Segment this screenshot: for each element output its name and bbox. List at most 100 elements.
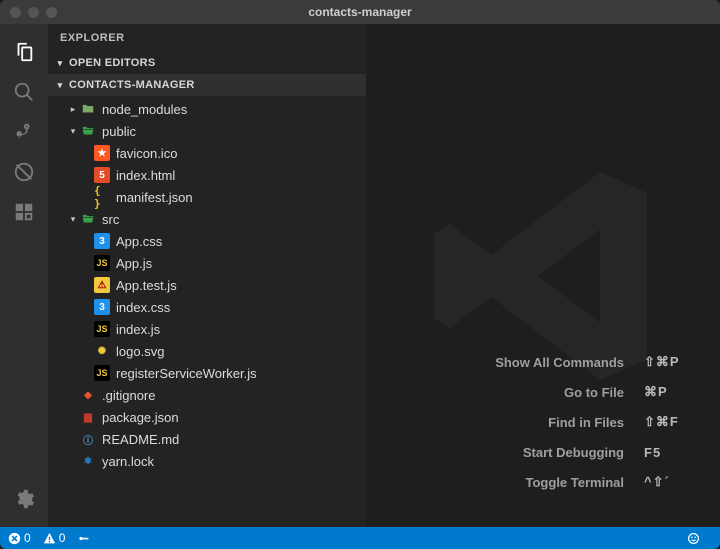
status-sync[interactable] [77, 532, 90, 545]
open-editors-header[interactable]: ▾ OPEN EDITORS [48, 52, 366, 74]
folder-open-icon [80, 123, 96, 139]
window-title: contacts-manager [0, 5, 720, 19]
editor-area: Show All Commands ⇧⌘P Go to File ⌘P Find… [366, 24, 720, 527]
file-label: App.js [116, 256, 152, 271]
title-bar: contacts-manager [0, 0, 720, 24]
chevron-down-icon: ▾ [54, 58, 66, 69]
chevron-down-icon: ▾ [54, 80, 66, 91]
file-label: registerServiceWorker.js [116, 366, 257, 381]
yarn-icon: ⚛ [80, 453, 96, 469]
welcome-shortcut: ⇧⌘F [644, 414, 692, 430]
folder-open-icon [80, 211, 96, 227]
activity-bar [0, 24, 48, 527]
tree-file[interactable]: 5 index.html [48, 164, 366, 186]
sidebar-title: EXPLORER [48, 24, 366, 52]
source-control-icon[interactable] [0, 112, 48, 152]
css-icon: 3 [94, 233, 110, 249]
minimize-window-icon[interactable] [28, 7, 39, 18]
welcome-row: Find in Files ⇧⌘F [495, 407, 692, 437]
html-icon: 5 [94, 167, 110, 183]
tree-file[interactable]: { } manifest.json [48, 186, 366, 208]
folder-icon [80, 101, 96, 117]
warning-count: 0 [59, 531, 66, 545]
file-label: src [102, 212, 119, 227]
warning-icon [43, 532, 56, 545]
css-icon: 3 [94, 299, 110, 315]
welcome-shortcut: F5 [644, 445, 692, 460]
tree-file[interactable]: ✺ logo.svg [48, 340, 366, 362]
maximize-window-icon[interactable] [46, 7, 57, 18]
window-controls[interactable] [10, 7, 57, 18]
test-icon: ⚠ [94, 277, 110, 293]
file-label: index.css [116, 300, 170, 315]
tree-file[interactable]: ⚠ App.test.js [48, 274, 366, 296]
file-label: logo.svg [116, 344, 164, 359]
file-label: App.css [116, 234, 162, 249]
file-label: node_modules [102, 102, 187, 117]
file-label: manifest.json [116, 190, 193, 205]
welcome-shortcut: ⇧⌘P [644, 354, 692, 370]
chevron-down-icon: ▾ [68, 214, 78, 225]
error-icon [8, 532, 21, 545]
explorer-icon[interactable] [0, 32, 48, 72]
tree-file[interactable]: JS registerServiceWorker.js [48, 362, 366, 384]
chevron-down-icon: ▾ [68, 126, 78, 137]
svg-icon: ✺ [94, 343, 110, 359]
json-icon: { } [94, 189, 110, 205]
tree-file[interactable]: 3 index.css [48, 296, 366, 318]
tree-folder-node-modules[interactable]: ▸ node_modules [48, 98, 366, 120]
status-feedback[interactable] [687, 532, 700, 545]
error-count: 0 [24, 531, 31, 545]
sync-icon [77, 532, 90, 545]
welcome-label: Toggle Terminal [526, 475, 624, 490]
status-warnings[interactable]: 0 [43, 531, 66, 545]
welcome-label: Find in Files [548, 415, 624, 430]
open-editors-label: OPEN EDITORS [69, 57, 156, 69]
welcome-shortcuts: Show All Commands ⇧⌘P Go to File ⌘P Find… [495, 347, 692, 497]
welcome-label: Start Debugging [523, 445, 624, 460]
tree-file[interactable]: ⓘ README.md [48, 428, 366, 450]
welcome-row: Go to File ⌘P [495, 377, 692, 407]
js-icon: JS [94, 321, 110, 337]
tree-file[interactable]: ★ favicon.ico [48, 142, 366, 164]
js-icon: JS [94, 255, 110, 271]
status-errors[interactable]: 0 [8, 531, 31, 545]
info-icon: ⓘ [80, 431, 96, 447]
tree-file[interactable]: 3 App.css [48, 230, 366, 252]
tree-file[interactable]: ◆ .gitignore [48, 384, 366, 406]
welcome-label: Go to File [564, 385, 624, 400]
status-bar: 0 0 [0, 527, 720, 549]
file-label: package.json [102, 410, 179, 425]
file-label: README.md [102, 432, 179, 447]
search-icon[interactable] [0, 72, 48, 112]
welcome-label: Show All Commands [495, 355, 624, 370]
file-tree: ▸ node_modules ▾ public ★ favicon.ico 5 … [48, 96, 366, 472]
favicon-icon: ★ [94, 145, 110, 161]
project-header[interactable]: ▾ CONTACTS-MANAGER [48, 74, 366, 96]
extensions-icon[interactable] [0, 192, 48, 232]
git-icon: ◆ [80, 387, 96, 403]
welcome-row: Show All Commands ⇧⌘P [495, 347, 692, 377]
file-label: favicon.ico [116, 146, 177, 161]
file-label: public [102, 124, 136, 139]
close-window-icon[interactable] [10, 7, 21, 18]
file-label: index.html [116, 168, 175, 183]
smiley-icon [687, 532, 700, 545]
welcome-shortcut: ^⇧´ [644, 474, 692, 490]
settings-gear-icon[interactable] [0, 479, 48, 519]
welcome-shortcut: ⌘P [644, 384, 692, 400]
chevron-right-icon: ▸ [68, 104, 78, 115]
file-label: index.js [116, 322, 160, 337]
tree-file[interactable]: JS App.js [48, 252, 366, 274]
js-icon: JS [94, 365, 110, 381]
debug-icon[interactable] [0, 152, 48, 192]
tree-file[interactable]: ⚛ yarn.lock [48, 450, 366, 472]
tree-folder-src[interactable]: ▾ src [48, 208, 366, 230]
welcome-row: Toggle Terminal ^⇧´ [495, 467, 692, 497]
tree-file[interactable]: JS index.js [48, 318, 366, 340]
file-label: .gitignore [102, 388, 155, 403]
project-name-label: CONTACTS-MANAGER [69, 79, 195, 91]
file-label: App.test.js [116, 278, 177, 293]
tree-folder-public[interactable]: ▾ public [48, 120, 366, 142]
tree-file[interactable]: ▆ package.json [48, 406, 366, 428]
